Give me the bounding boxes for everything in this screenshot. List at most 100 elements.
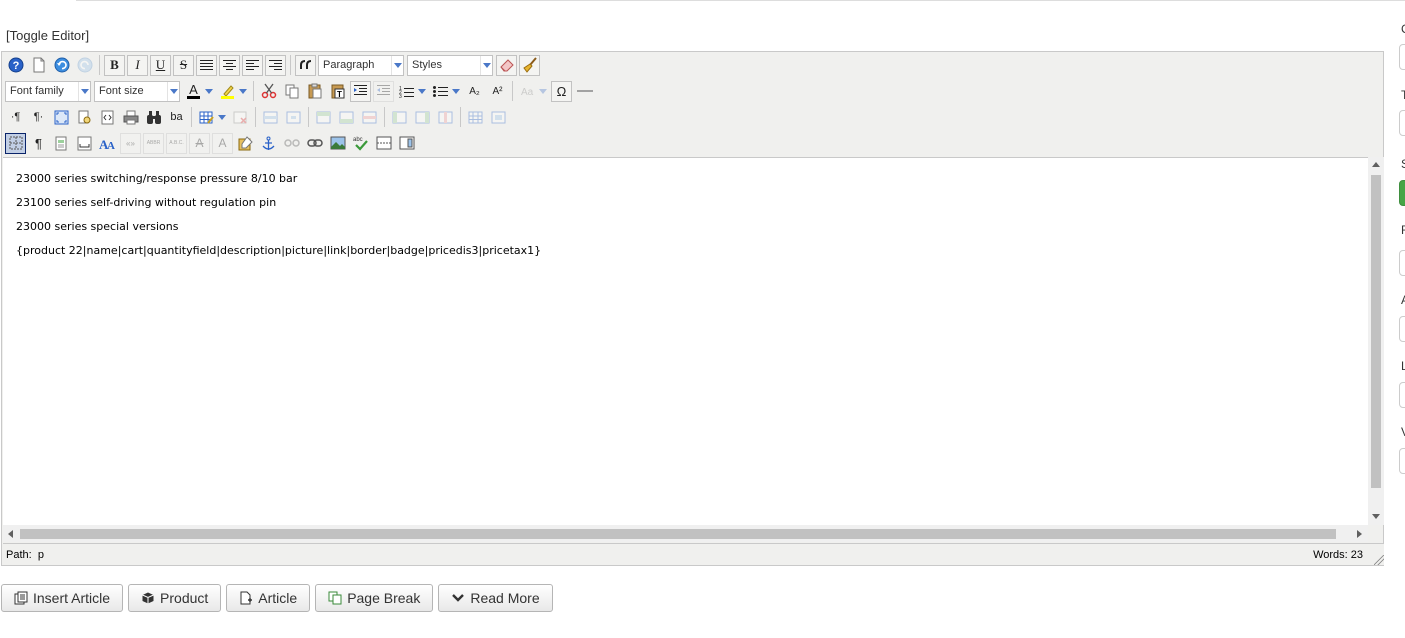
page-break-toolbar-button[interactable] [373, 133, 394, 154]
cite-button[interactable]: «» [120, 132, 141, 154]
insert-table-button[interactable] [196, 107, 217, 128]
strikethrough-button[interactable]: S [173, 54, 194, 76]
paste-button[interactable] [304, 81, 325, 102]
superscript-button[interactable]: A² [487, 81, 508, 102]
insert-row-after-button[interactable] [336, 107, 357, 128]
content-line[interactable]: 23000 series special versions [16, 220, 1368, 233]
anchor-button[interactable] [258, 133, 279, 154]
indent-button[interactable] [350, 80, 371, 102]
font-family-select[interactable]: Font family [5, 80, 91, 102]
numbered-list-dropdown[interactable] [417, 81, 427, 102]
split-cells-button[interactable] [465, 107, 486, 128]
replace-button[interactable]: ba [166, 107, 187, 128]
readmore-toolbar-button[interactable] [396, 133, 417, 154]
abbreviation-button[interactable]: ABBR [143, 132, 164, 154]
bullet-list-button[interactable] [430, 81, 451, 102]
highlight-color-button[interactable] [217, 81, 238, 102]
acronym-button[interactable]: A.B.C. [166, 132, 187, 154]
special-character-button[interactable]: Ω [551, 80, 572, 102]
insert-col-before-button[interactable] [389, 107, 410, 128]
underline-button[interactable]: U [150, 54, 171, 76]
show-blocks-button[interactable]: ¶ [28, 133, 49, 154]
remove-format-button[interactable] [496, 54, 517, 76]
side-field[interactable] [1399, 448, 1405, 474]
horizontal-rule-button[interactable] [574, 81, 595, 102]
scroll-down-icon[interactable] [1372, 514, 1380, 519]
article-button[interactable]: Article [226, 584, 311, 612]
scroll-up-icon[interactable] [1372, 162, 1380, 167]
cut-button[interactable] [258, 81, 279, 102]
horizontal-scrollbar[interactable] [3, 525, 1368, 542]
attributes-button[interactable] [235, 133, 256, 154]
align-justify-button[interactable] [196, 54, 217, 76]
content-line[interactable]: 23000 series switching/response pressure… [16, 172, 1368, 185]
merge-cells-button[interactable] [488, 107, 509, 128]
styleselect-button[interactable]: Aa [517, 81, 538, 102]
undo-button[interactable] [51, 55, 72, 76]
fullscreen-button[interactable] [51, 107, 72, 128]
font-color-button[interactable]: A [183, 81, 204, 102]
cleanup-button[interactable] [519, 54, 540, 76]
unlink-button[interactable] [281, 133, 302, 154]
side-field[interactable] [1399, 250, 1405, 276]
new-document-button[interactable] [28, 55, 49, 76]
right-to-left-button[interactable]: ¶· [28, 107, 49, 128]
left-to-right-button[interactable]: ·¶ [5, 107, 26, 128]
status-toggle[interactable] [1399, 180, 1405, 206]
delete-col-button[interactable] [435, 107, 456, 128]
copy-button[interactable] [281, 81, 302, 102]
path-value[interactable]: p [38, 549, 44, 561]
spellcheck-button[interactable]: abc [350, 133, 371, 154]
bold-button[interactable]: B [104, 54, 125, 76]
insert-row-before-button[interactable] [313, 107, 334, 128]
insert-col-after-button[interactable] [412, 107, 433, 128]
row-props-button[interactable] [260, 107, 281, 128]
cell-props-button[interactable] [283, 107, 304, 128]
side-field[interactable] [1399, 110, 1405, 136]
align-right-button[interactable] [265, 54, 286, 76]
redo-button[interactable] [74, 55, 95, 76]
vertical-scrollbar[interactable] [1368, 157, 1384, 525]
template-button[interactable] [51, 133, 72, 154]
delete-row-button[interactable] [359, 107, 380, 128]
deletion-button[interactable]: A [189, 132, 210, 154]
print-button[interactable] [120, 107, 141, 128]
align-left-button[interactable] [242, 54, 263, 76]
numbered-list-button[interactable]: 123 [396, 81, 417, 102]
insert-table-dropdown[interactable] [217, 107, 227, 128]
vertical-scroll-thumb[interactable] [1371, 175, 1381, 488]
page-break-button[interactable]: Page Break [315, 584, 434, 612]
highlight-color-dropdown[interactable] [238, 81, 248, 102]
side-field[interactable] [1399, 316, 1405, 342]
font-color-dropdown[interactable] [204, 81, 214, 102]
insert-image-button[interactable] [327, 133, 348, 154]
align-center-button[interactable] [219, 54, 240, 76]
product-button[interactable]: Product [128, 584, 222, 612]
format-select[interactable]: Paragraph [318, 54, 404, 76]
outdent-button[interactable] [373, 80, 394, 102]
styleselect-dropdown[interactable] [538, 81, 548, 102]
style-props-button[interactable]: AA [97, 133, 118, 154]
insert-article-button[interactable]: Insert Article [1, 584, 124, 612]
help-button[interactable]: ? [5, 55, 26, 76]
html-source-button[interactable] [97, 107, 118, 128]
preview-button[interactable] [74, 107, 95, 128]
side-field[interactable] [1399, 382, 1405, 408]
paste-text-button[interactable]: T [327, 81, 348, 102]
visual-aid-button[interactable] [5, 132, 26, 154]
editor-content-area[interactable]: 23000 series switching/response pressure… [3, 157, 1368, 525]
insert-link-button[interactable] [304, 133, 325, 154]
scroll-left-icon[interactable] [8, 530, 13, 538]
delete-table-button[interactable] [230, 107, 251, 128]
scroll-right-icon[interactable] [1357, 530, 1362, 538]
content-line[interactable]: {product 22|name|cart|quantityfield|desc… [16, 244, 1368, 257]
font-size-select[interactable]: Font size [94, 80, 180, 102]
resize-handle[interactable] [1374, 555, 1384, 565]
blockquote-button[interactable] [295, 54, 316, 76]
italic-button[interactable]: I [127, 54, 148, 76]
search-button[interactable] [143, 107, 164, 128]
read-more-button[interactable]: Read More [438, 584, 553, 612]
insertion-button[interactable]: A [212, 132, 233, 154]
bullet-list-dropdown[interactable] [451, 81, 461, 102]
horizontal-scroll-thumb[interactable] [20, 529, 1336, 539]
